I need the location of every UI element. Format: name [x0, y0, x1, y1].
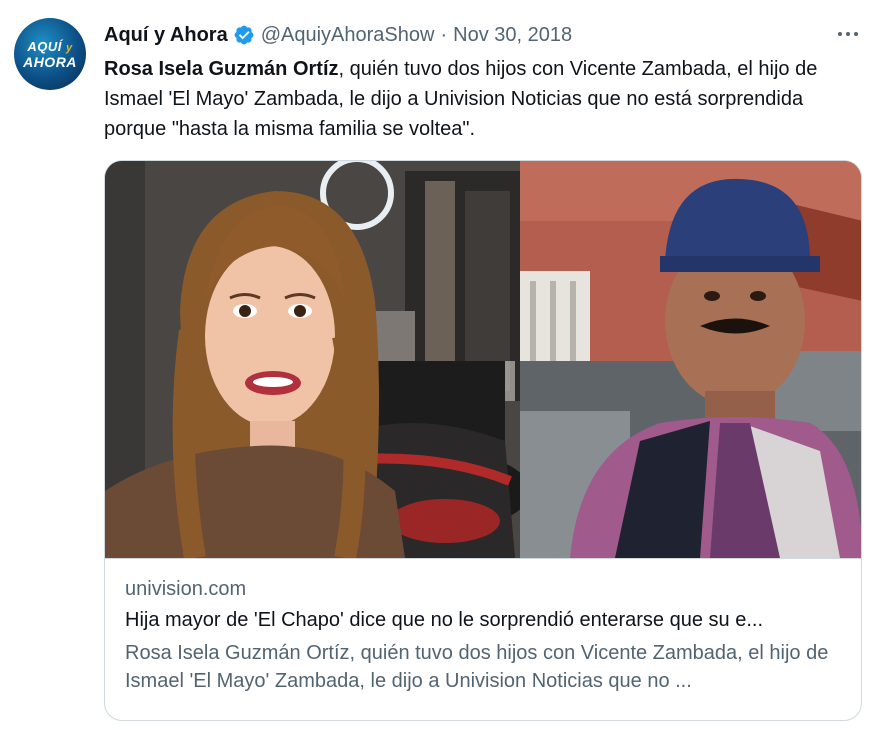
card-media[interactable]	[105, 161, 861, 558]
separator-dot: ·	[440, 23, 448, 46]
more-dot	[854, 32, 858, 36]
card-title[interactable]: Hija mayor de 'El Chapo' dice que no le …	[125, 606, 843, 634]
woman-photo	[105, 161, 520, 558]
tweet-header: Aquí y Ahora @AquiyAhoraShow · Nov 30, 2…	[104, 22, 572, 48]
tweet-date[interactable]: Nov 30, 2018	[453, 24, 572, 47]
handle[interactable]: @AquiyAhoraShow	[261, 24, 435, 47]
more-dot	[846, 32, 850, 36]
card-body[interactable]: univision.com Hija mayor de 'El Chapo' d…	[105, 558, 861, 720]
verified-badge-icon	[234, 25, 254, 45]
avatar-logo-line2: AHORA	[23, 53, 77, 70]
more-options-icon[interactable]	[836, 24, 860, 44]
card-domain: univision.com	[125, 578, 247, 600]
man-photo	[520, 161, 861, 558]
avatar-logo-line1: AQUÍ y	[27, 38, 73, 54]
man-photo-illustration	[520, 161, 861, 558]
link-preview-card[interactable]: univision.com Hija mayor de 'El Chapo' d…	[104, 160, 862, 721]
tweet-bold-name: Rosa Isela Guzmán Ortíz	[104, 58, 339, 80]
display-name[interactable]: Aquí y Ahora	[104, 24, 228, 47]
tweet[interactable]: AQUÍ y AHORA Aquí y Ahora @AquiyAhoraSho…	[0, 0, 874, 730]
card-description: Rosa Isela Guzmán Ortíz, quién tuvo dos …	[125, 642, 829, 692]
tweet-text: Rosa Isela Guzmán Ortíz, quién tuvo dos …	[104, 54, 844, 144]
more-dot	[838, 32, 842, 36]
woman-photo-illustration	[105, 161, 520, 558]
avatar[interactable]: AQUÍ y AHORA	[14, 18, 86, 90]
